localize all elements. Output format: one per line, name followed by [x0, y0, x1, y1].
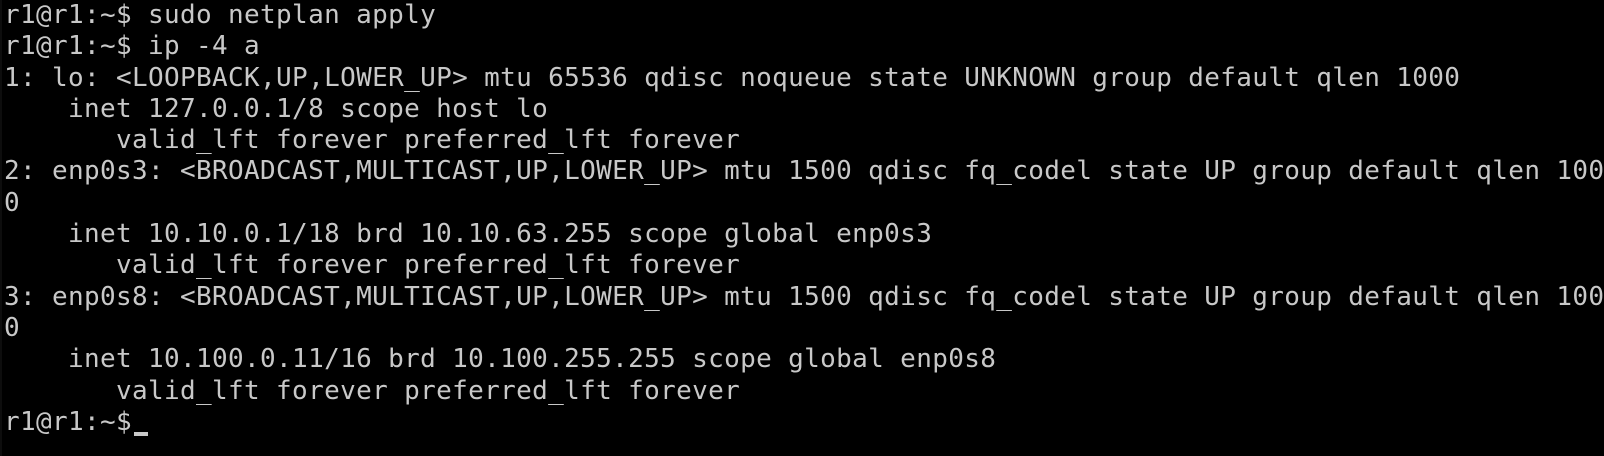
- terminal-line-enp0s3-wrap: 0: [4, 187, 21, 218]
- terminal-line-enp0s3-lifetime: valid_lft forever preferred_lft forever: [4, 250, 741, 281]
- terminal-line-lo-lifetime: valid_lft forever preferred_lft forever: [4, 125, 741, 156]
- terminal-line-enp0s8-lifetime: valid_lft forever preferred_lft forever: [4, 375, 741, 406]
- terminal-line-enp0s3-inet: inet 10.10.0.1/18 brd 10.10.63.255 scope…: [4, 219, 933, 250]
- text-cursor: [134, 431, 149, 436]
- terminal-line-enp0s8-inet: inet 10.100.0.11/16 brd 10.100.255.255 s…: [4, 344, 997, 375]
- terminal-output: r1@r1:~$ sudo netplan apply r1@r1:~$ ip …: [4, 0, 1604, 438]
- terminal-line-command-ip: r1@r1:~$ ip -4 a: [4, 31, 261, 62]
- terminal-line-enp0s8-wrap: 0: [4, 312, 21, 343]
- terminal-line-command-netplan: r1@r1:~$ sudo netplan apply: [4, 0, 437, 30]
- terminal-line-lo-header: 1: lo: <LOOPBACK,UP,LOWER_UP> mtu 65536 …: [4, 62, 1461, 93]
- window-edge: [0, 0, 2, 456]
- terminal-prompt-line[interactable]: r1@r1:~$: [4, 407, 1604, 438]
- shell-prompt: r1@r1:~$: [4, 406, 133, 437]
- terminal-line-enp0s3-header: 2: enp0s3: <BROADCAST,MULTICAST,UP,LOWER…: [4, 156, 1604, 187]
- terminal-window[interactable]: r1@r1:~$ sudo netplan apply r1@r1:~$ ip …: [0, 0, 1604, 456]
- terminal-line-lo-inet: inet 127.0.0.1/8 scope host lo: [4, 93, 549, 124]
- terminal-line-enp0s8-header: 3: enp0s8: <BROADCAST,MULTICAST,UP,LOWER…: [4, 281, 1604, 312]
